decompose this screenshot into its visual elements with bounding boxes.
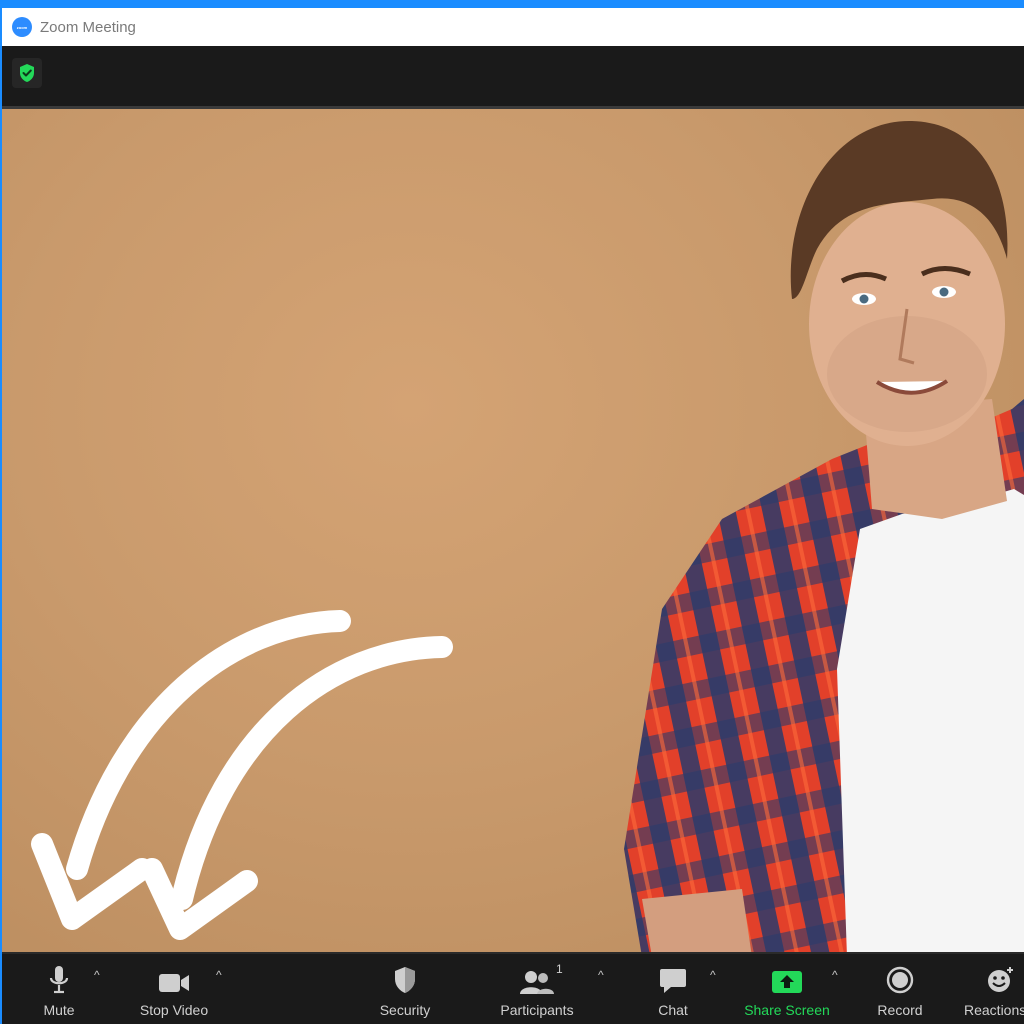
reactions-button[interactable]: Reactions [964, 954, 1024, 1024]
participants-button[interactable]: Participants [494, 954, 580, 1024]
zoom-window: zoom Zoom Meeting Mute ^ Stop Video ^ Se… [2, 8, 1024, 1024]
participant-video [2, 106, 1024, 957]
participant-person-image [31, 120, 1024, 957]
mute-button[interactable]: Mute [28, 954, 90, 1024]
record-label: Record [877, 1002, 923, 1018]
shield-icon [393, 954, 417, 994]
security-label: Security [379, 1002, 431, 1018]
share-options-caret[interactable]: ^ [832, 968, 838, 982]
meeting-toolbar: Mute ^ Stop Video ^ Security Participant… [2, 952, 1024, 1024]
participants-count-badge: 1 [556, 962, 563, 976]
chat-label: Chat [658, 1002, 688, 1018]
chat-options-caret[interactable]: ^ [710, 968, 716, 982]
meeting-top-bar [2, 46, 1024, 106]
people-icon [520, 954, 554, 994]
security-button[interactable]: Security [372, 954, 438, 1024]
participants-options-caret[interactable]: ^ [598, 968, 604, 982]
zoom-logo-icon: zoom [12, 17, 32, 37]
stop-video-button[interactable]: Stop Video [134, 954, 214, 1024]
share-arrow-icon [771, 954, 803, 994]
share-screen-label: Share Screen [744, 1002, 830, 1018]
video-options-caret[interactable]: ^ [216, 968, 222, 982]
share-screen-button[interactable]: Share Screen [742, 954, 832, 1024]
chat-button[interactable]: Chat [650, 954, 696, 1024]
mute-label: Mute [43, 1002, 75, 1018]
smiley-icon [964, 954, 1016, 994]
meeting-security-shield-icon[interactable] [12, 58, 42, 88]
stop-video-label: Stop Video [139, 1002, 209, 1018]
participants-label: Participants [500, 1002, 574, 1018]
window-title: Zoom Meeting [40, 18, 136, 36]
record-icon [886, 954, 914, 994]
chat-bubble-icon [659, 954, 687, 994]
camera-icon [158, 954, 190, 994]
microphone-icon [49, 954, 69, 994]
mute-options-caret[interactable]: ^ [94, 968, 100, 982]
reactions-label: Reactions [964, 1002, 1024, 1018]
title-bar: zoom Zoom Meeting [2, 8, 1024, 46]
record-button[interactable]: Record [872, 954, 928, 1024]
logo-text: zoom [16, 24, 28, 30]
